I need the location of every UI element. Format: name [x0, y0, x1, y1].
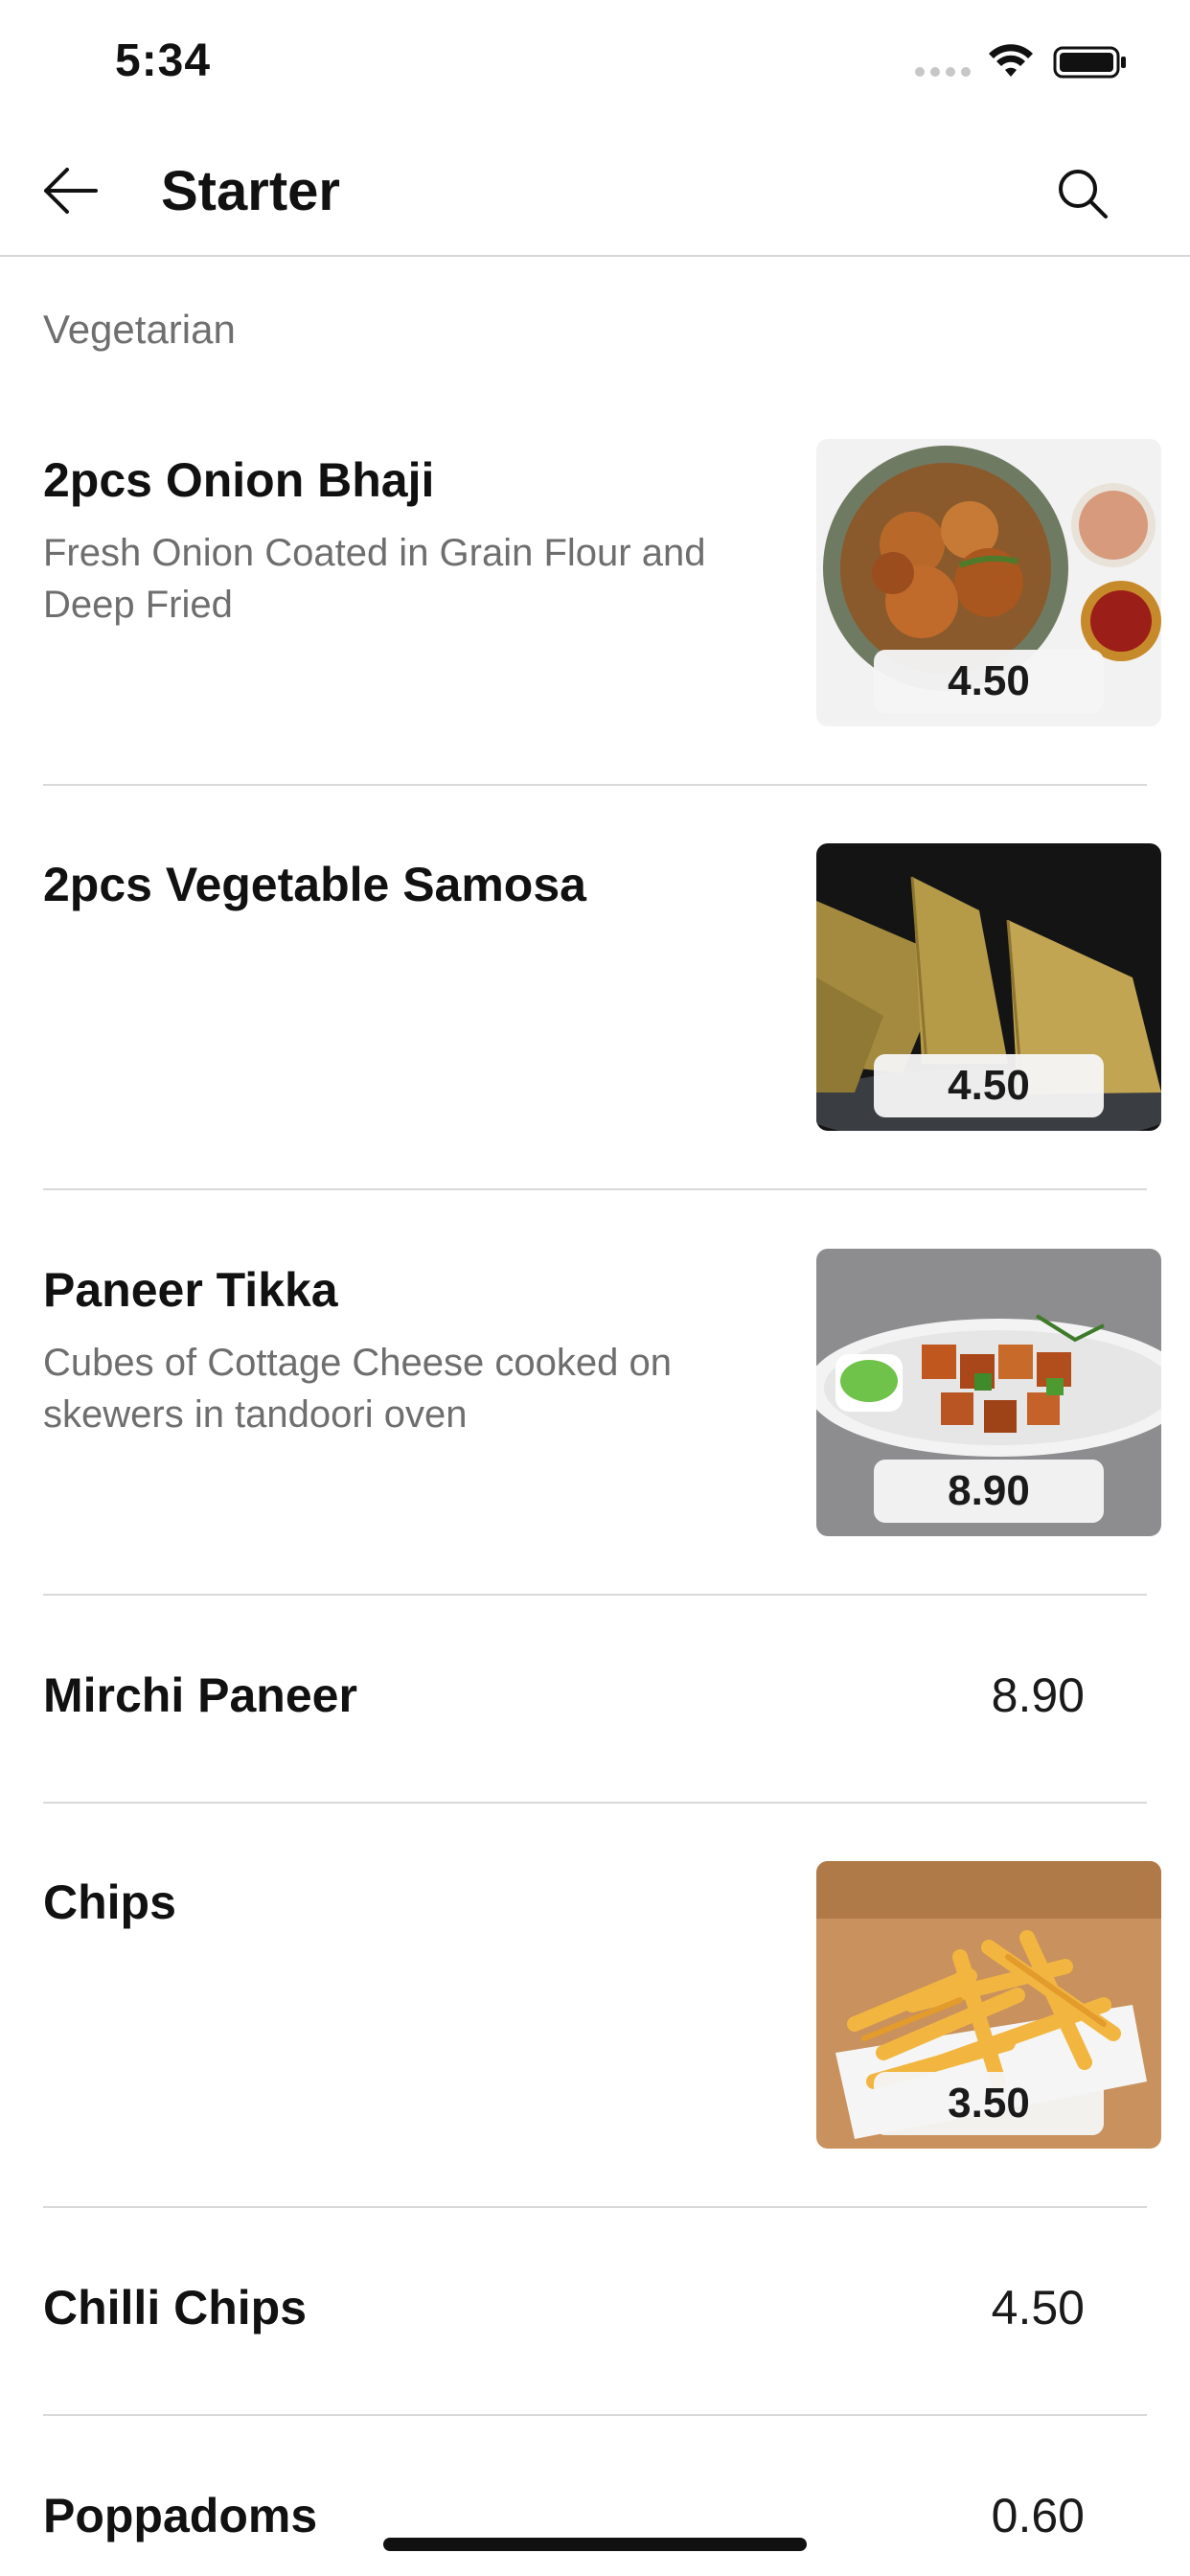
menu-item-chilli-chips[interactable]: Chilli Chips 4.50	[0, 2266, 1190, 2362]
battery-icon	[1053, 46, 1126, 79]
arrow-left-icon[interactable]	[42, 165, 100, 217]
divider	[43, 1802, 1147, 1804]
status-bar: 5:34	[0, 0, 1190, 126]
item-name: Paneer Tikka	[43, 1263, 338, 1317]
home-indicator	[383, 2538, 807, 2551]
divider	[43, 784, 1147, 786]
item-price: 8.90	[991, 1668, 1085, 1722]
section-header-vegetarian: Vegetarian	[43, 307, 236, 352]
price-badge: 3.50	[874, 2072, 1104, 2135]
search-icon[interactable]	[1054, 165, 1111, 222]
menu-item-poppadoms[interactable]: Poppadoms 0.60	[0, 2474, 1190, 2570]
divider	[43, 2206, 1147, 2208]
item-name: Chips	[43, 1875, 176, 1929]
item-description: Cubes of Cottage Cheese cooked on skewer…	[43, 1342, 672, 1436]
item-image-paneer-tikka: 8.90	[816, 1249, 1161, 1536]
price-badge: 8.90	[874, 1460, 1104, 1523]
menu-item-mirchi-paneer[interactable]: Mirchi Paneer 8.90	[0, 1654, 1190, 1750]
price-badge: 4.50	[874, 1054, 1104, 1117]
menu-item-chips[interactable]: Chips 3.50	[0, 1861, 1190, 2206]
divider	[43, 1594, 1147, 1596]
nav-bar: Starter	[0, 126, 1190, 257]
item-description: Fresh Onion Coated in Grain Flour and De…	[43, 532, 706, 626]
price-badge: 4.50	[874, 650, 1104, 713]
divider	[43, 1188, 1147, 1190]
page-title: Starter	[161, 160, 340, 222]
item-price: 0.60	[991, 2489, 1085, 2542]
menu-item-paneer-tikka[interactable]: Paneer Tikka Cubes of Cottage Cheese coo…	[0, 1249, 1190, 1594]
item-image-chips: 3.50	[816, 1861, 1161, 2149]
item-image-onion-bhaji: 4.50	[816, 439, 1161, 726]
divider	[43, 2414, 1147, 2416]
item-name: 2pcs Vegetable Samosa	[43, 858, 586, 911]
item-name: 2pcs Onion Bhaji	[43, 453, 435, 507]
item-name: Mirchi Paneer	[43, 1668, 357, 1722]
menu-item-onion-bhaji[interactable]: 2pcs Onion Bhaji Fresh Onion Coated in G…	[0, 439, 1190, 784]
item-price: 4.50	[991, 2281, 1085, 2334]
status-time: 5:34	[115, 35, 212, 86]
item-image-vegetable-samosa: 4.50	[816, 843, 1161, 1131]
wifi-icon	[989, 44, 1033, 77]
item-name: Poppadoms	[43, 2489, 318, 2542]
cellular-signal-icon	[915, 67, 973, 80]
item-name: Chilli Chips	[43, 2281, 307, 2334]
menu-item-vegetable-samosa[interactable]: 2pcs Vegetable Samosa 4.50	[0, 843, 1190, 1188]
